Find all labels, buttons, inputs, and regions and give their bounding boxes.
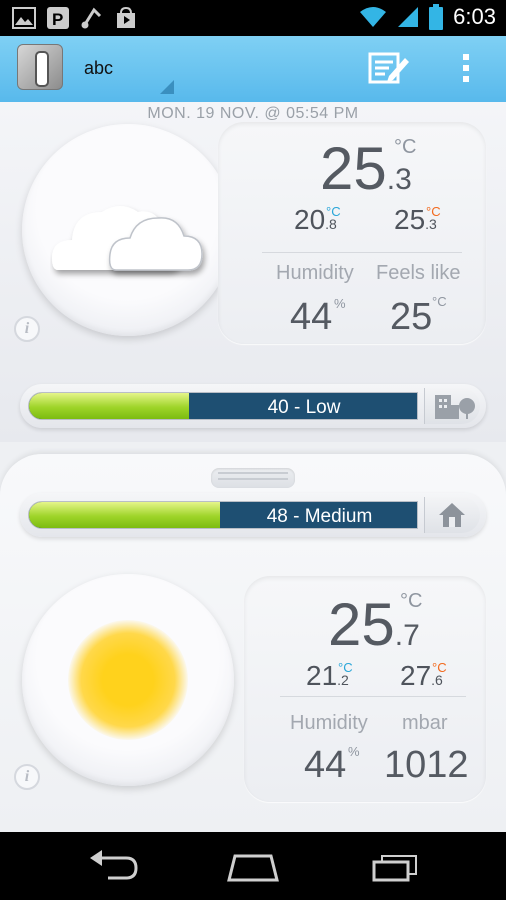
- shopping-bag-icon: [117, 6, 135, 28]
- outdoor-aq-label: 40 - Low: [267, 397, 341, 418]
- cloud-icon: [52, 206, 203, 271]
- edit-note-icon: [368, 52, 409, 84]
- music-note-icon: [81, 7, 102, 29]
- indoor-pressure-label: mbar: [402, 712, 448, 734]
- city-tree-icon: [435, 395, 475, 419]
- parking-icon: P: [47, 7, 69, 29]
- back-icon: [90, 850, 138, 880]
- recent-apps-button[interactable]: [368, 848, 424, 884]
- indoor-min-integer: 21: [306, 660, 338, 691]
- notification-icons: P: [12, 6, 138, 30]
- outdoor-min-integer: 20: [294, 204, 326, 235]
- signal-icon: [398, 7, 419, 27]
- outdoor-humidity-value: 44: [290, 296, 333, 338]
- divider: [262, 252, 462, 253]
- indoor-air-quality-bar[interactable]: 48 - Medium: [20, 493, 486, 537]
- indoor-aq-track: 48 - Medium: [28, 501, 418, 529]
- indoor-aq-label: 48 - Medium: [266, 506, 373, 527]
- outdoor-condition-display[interactable]: [22, 124, 234, 336]
- overflow-menu-button[interactable]: [454, 50, 478, 88]
- outdoor-feels-unit: °C: [432, 294, 447, 309]
- outdoor-max-unit: °C: [426, 204, 441, 219]
- navigation-bar: [0, 832, 506, 900]
- divider: [280, 696, 466, 697]
- outdoor-humidity-label: Humidity: [276, 262, 354, 284]
- home-icon: [227, 854, 279, 882]
- outdoor-data-panel: 25.3 °C 20.8 °C 25.3 °C Humidity Feels l…: [218, 122, 486, 344]
- app-logo-icon[interactable]: [17, 44, 63, 90]
- outdoor-air-quality-bar[interactable]: 40 - Low: [20, 384, 486, 428]
- indoor-min-unit: °C: [338, 660, 353, 675]
- last-update-timestamp: MON. 19 NOV. @ 05:54 PM: [147, 105, 359, 122]
- handle-line: [218, 472, 288, 474]
- outdoor-aq-toggle[interactable]: [424, 388, 480, 424]
- outdoor-max-integer: 25: [394, 204, 426, 235]
- home-button[interactable]: [225, 848, 281, 884]
- station-selector[interactable]: abc: [84, 58, 113, 79]
- indoor-aq-toggle[interactable]: [424, 497, 480, 533]
- outdoor-temp-decimal: .3: [386, 163, 412, 196]
- indoor-pressure-value: 1012: [384, 744, 469, 786]
- overflow-dot: [463, 76, 469, 82]
- dropdown-indicator-icon[interactable]: [160, 80, 174, 94]
- indoor-condition-display[interactable]: [22, 574, 234, 786]
- drag-handle[interactable]: [211, 468, 295, 488]
- indoor-temp-decimal: .7: [394, 619, 420, 652]
- home-icon: [439, 503, 465, 527]
- indoor-max-integer: 27: [400, 660, 432, 691]
- overflow-dot: [463, 65, 469, 71]
- indoor-temp-unit: °C: [400, 590, 423, 612]
- outdoor-humidity-unit: %: [334, 296, 346, 311]
- edit-button[interactable]: [367, 48, 411, 88]
- action-bar: abc: [0, 36, 506, 102]
- wifi-icon: [360, 7, 387, 27]
- indoor-module: 48 - Medium i 25.7 °C 21.2 °C 27.6 °C Hu…: [0, 454, 506, 834]
- clock: 6:03: [453, 4, 496, 29]
- outdoor-feels-label: Feels like: [376, 262, 461, 284]
- outdoor-temp-unit: °C: [394, 136, 417, 158]
- back-button[interactable]: [86, 848, 142, 884]
- indoor-humidity-value: 44: [304, 744, 347, 786]
- outdoor-aq-track: 40 - Low: [28, 392, 418, 420]
- indoor-temp-integer: 25: [328, 591, 395, 658]
- indoor-humidity-unit: %: [348, 744, 360, 759]
- system-icons: 6:03: [359, 4, 496, 30]
- outdoor-info-button[interactable]: i: [14, 316, 40, 342]
- svg-text:P: P: [52, 10, 63, 29]
- outdoor-min-unit: °C: [326, 204, 341, 219]
- recent-apps-icon: [372, 855, 417, 882]
- outdoor-temp-integer: 25: [320, 135, 387, 202]
- handle-line: [218, 478, 288, 480]
- indoor-humidity-label: Humidity: [290, 712, 368, 734]
- indoor-aq-fill: [29, 502, 220, 528]
- main-content: MON. 19 NOV. @ 05:54 PM i 25.3 °C 20.8 °…: [0, 102, 506, 834]
- outdoor-module: MON. 19 NOV. @ 05:54 PM i 25.3 °C 20.8 °…: [0, 102, 506, 442]
- battery-icon: [429, 4, 444, 30]
- indoor-data-panel: 25.7 °C 21.2 °C 27.6 °C Humidity mbar 44…: [244, 576, 486, 802]
- outdoor-feels-value: 25: [390, 296, 433, 338]
- status-bar: P 6:03: [0, 0, 506, 36]
- sun-icon: [68, 620, 188, 740]
- indoor-info-button[interactable]: i: [14, 764, 40, 790]
- overflow-dot: [463, 54, 469, 60]
- image-icon: [12, 7, 36, 29]
- outdoor-aq-fill: [29, 393, 189, 419]
- indoor-max-unit: °C: [432, 660, 447, 675]
